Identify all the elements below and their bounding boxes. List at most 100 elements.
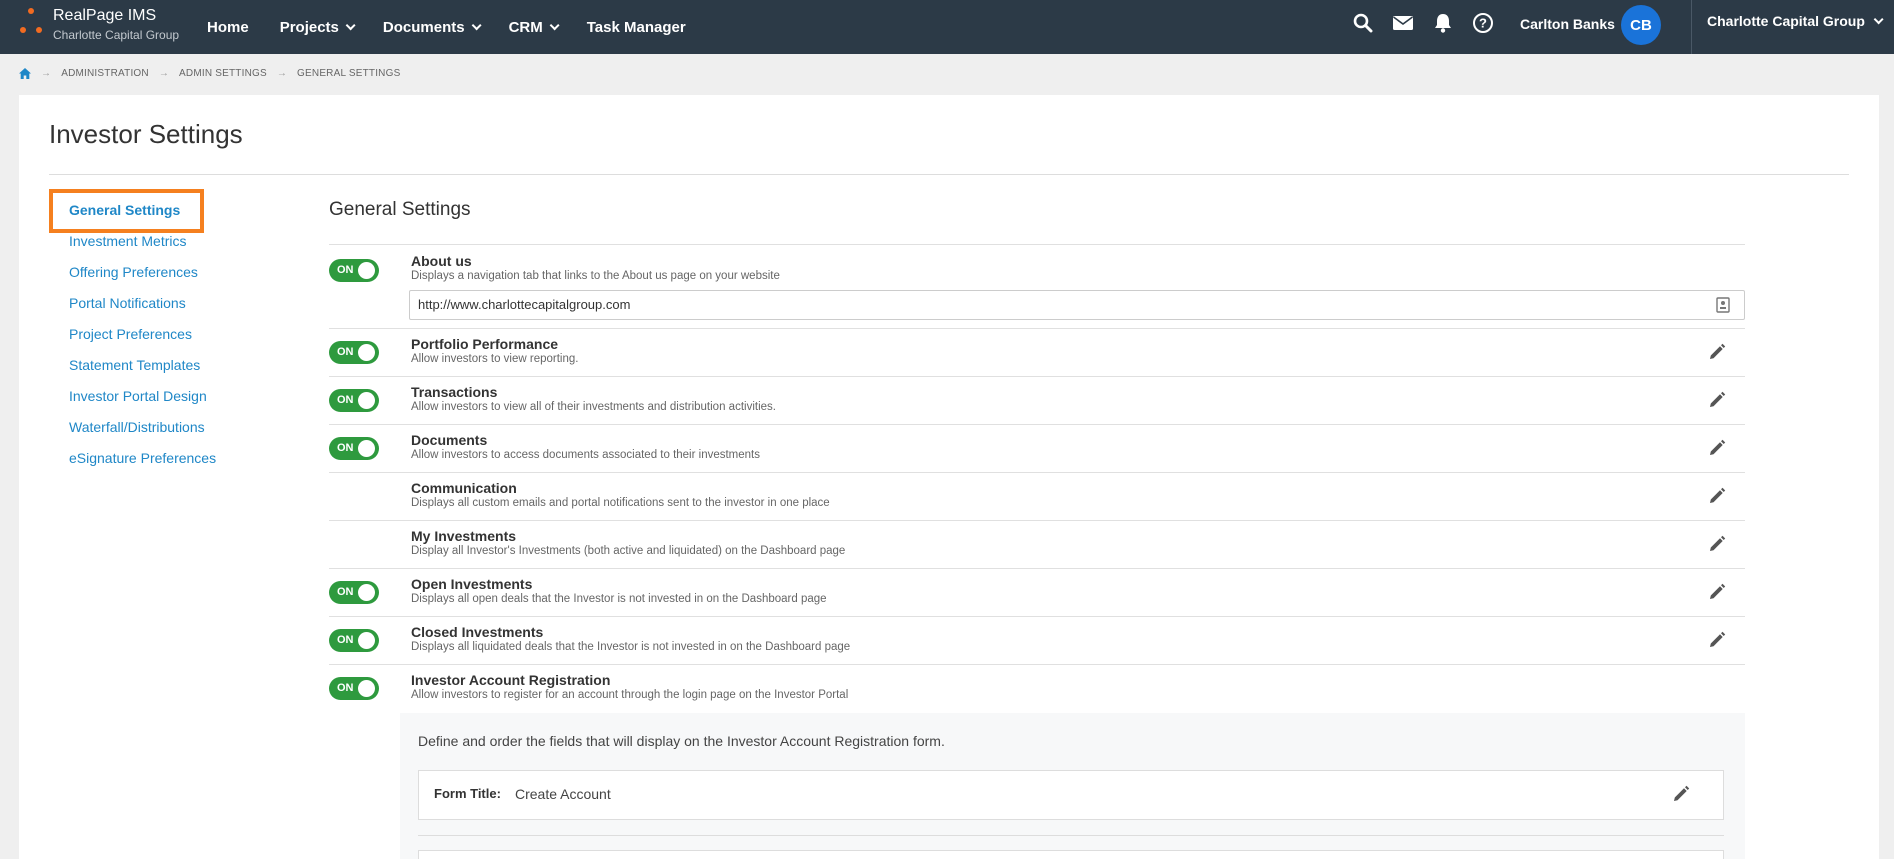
sidebar-item-statement-templates[interactable]: Statement Templates [69, 357, 200, 373]
about-url-value: http://www.charlottecapitalgroup.com [418, 297, 631, 312]
top-icons: ? [1352, 12, 1512, 34]
pencil-icon[interactable] [1707, 486, 1727, 506]
sidebar-item-general-settings[interactable]: General Settings [69, 202, 180, 218]
breadcrumb: → ADMINISTRATION → ADMIN SETTINGS → GENE… [19, 68, 400, 79]
nav-home[interactable]: Home [207, 19, 249, 36]
nav-crm[interactable]: CRM [508, 18, 560, 36]
toggle-documents[interactable]: ON [329, 437, 379, 460]
toggle-investor-account-registration[interactable]: ON [329, 677, 379, 700]
registration-intro: Define and order the fields that will di… [418, 733, 945, 749]
toggle-knob [358, 632, 375, 649]
sidebar-item-project-preferences[interactable]: Project Preferences [69, 326, 192, 342]
divider [418, 835, 1724, 836]
setting-row-communication: Communication Displays all custom emails… [329, 472, 1745, 520]
toggle-label: ON [337, 682, 354, 694]
mail-icon[interactable] [1392, 12, 1414, 34]
pencil-icon[interactable] [1707, 342, 1727, 362]
app-name: RealPage IMS [53, 7, 157, 24]
toggle-open-investments[interactable]: ON [329, 581, 379, 604]
nav-task-manager-label: Task Manager [586, 18, 686, 36]
pencil-icon[interactable] [1707, 390, 1727, 410]
setting-row-investor-account-registration: ON Investor Account Registration Allow i… [329, 664, 1745, 712]
toggle-about-us[interactable]: ON [329, 259, 379, 282]
sidebar-item-offering-preferences[interactable]: Offering Preferences [69, 264, 198, 280]
setting-description: Allow investors to view all of their inv… [411, 401, 776, 413]
toggle-label: ON [337, 442, 354, 454]
setting-description: Displays all liquidated deals that the I… [411, 641, 851, 653]
avatar[interactable]: CB [1621, 5, 1661, 45]
setting-row-portfolio-performance: ON Portfolio Performance Allow investors… [329, 328, 1745, 376]
setting-description: Display all Investor's Investments (both… [411, 545, 846, 557]
form-title-value: Create Account [515, 786, 611, 802]
form-title-field[interactable]: Form Title: Create Account [418, 770, 1724, 820]
sidebar-item-investment-metrics[interactable]: Investment Metrics [69, 233, 186, 249]
setting-title: Portfolio Performance [411, 336, 559, 352]
setting-description: Allow investors to register for an accou… [411, 689, 849, 701]
setting-description: Allow investors to access documents asso… [411, 449, 760, 461]
toggle-knob [358, 392, 375, 409]
toggle-portfolio-performance[interactable]: ON [329, 341, 379, 364]
chevron-down-icon [1873, 13, 1884, 24]
nav-documents[interactable]: Documents [383, 19, 482, 36]
pencil-icon[interactable] [1707, 582, 1727, 602]
setting-description: Allow investors to view reporting. [411, 353, 579, 365]
search-icon[interactable] [1352, 12, 1374, 34]
breadcrumb-general-settings: GENERAL SETTINGS [297, 68, 401, 79]
contact-card-icon[interactable] [1716, 297, 1730, 313]
breadcrumb-admin-settings[interactable]: ADMIN SETTINGS [179, 68, 267, 79]
bell-icon[interactable] [1432, 12, 1454, 34]
nav-task-manager[interactable]: Task Manager [587, 19, 686, 36]
breadcrumb-administration[interactable]: ADMINISTRATION [61, 68, 149, 79]
setting-title: Transactions [411, 384, 498, 400]
svg-text:?: ? [1479, 16, 1487, 31]
pencil-icon[interactable] [1707, 630, 1727, 650]
sidebar-item-esignature-preferences[interactable]: eSignature Preferences [69, 450, 216, 466]
brand[interactable]: RealPage IMS Charlotte Capital Group [53, 7, 179, 42]
toggle-label: ON [337, 264, 354, 276]
divider [49, 174, 1849, 175]
home-icon[interactable] [19, 68, 31, 79]
setting-title: About us [411, 253, 472, 269]
breadcrumb-arrow-icon: → [158, 68, 170, 79]
chevron-down-icon [471, 19, 482, 30]
nav-projects[interactable]: Projects [280, 19, 356, 36]
setting-description: Displays all open deals that the Investo… [411, 593, 827, 605]
org-switcher-label: Charlotte Capital Group [1707, 13, 1865, 29]
toggle-knob [358, 344, 375, 361]
sidebar-item-waterfall-distributions[interactable]: Waterfall/Distributions [69, 419, 205, 435]
page-title: Investor Settings [49, 119, 243, 149]
toggle-knob [358, 440, 375, 457]
realpage-logo-icon[interactable] [18, 8, 44, 38]
toggle-transactions[interactable]: ON [329, 389, 379, 412]
setting-row-transactions: ON Transactions Allow investors to view … [329, 376, 1745, 424]
sidebar-item-portal-notifications[interactable]: Portal Notifications [69, 295, 186, 311]
setting-description: Displays a navigation tab that links to … [411, 270, 780, 282]
registration-form-panel: Define and order the fields that will di… [400, 713, 1745, 859]
user-name[interactable]: Carlton Banks [1520, 16, 1615, 32]
toggle-label: ON [337, 394, 354, 406]
setting-title: Documents [411, 432, 488, 448]
org-switcher[interactable]: Charlotte Capital Group [1707, 13, 1884, 29]
pencil-icon[interactable] [1707, 438, 1727, 458]
nav-crm-label: CRM [508, 18, 543, 36]
breadcrumb-arrow-icon: → [276, 68, 288, 79]
registration-field-item[interactable] [418, 850, 1724, 859]
about-url-input[interactable]: http://www.charlottecapitalgroup.com [409, 290, 1745, 320]
help-icon[interactable]: ? [1472, 12, 1494, 34]
setting-description: Displays all custom emails and portal no… [411, 497, 830, 509]
main-nav: Home Projects Documents CRM Task Manager [207, 0, 717, 54]
nav-home-label: Home [207, 18, 249, 36]
toggle-closed-investments[interactable]: ON [329, 629, 379, 652]
sidebar-item-investor-portal-design[interactable]: Investor Portal Design [69, 388, 207, 404]
pencil-icon[interactable] [1707, 534, 1727, 554]
setting-title: Investor Account Registration [411, 672, 611, 688]
setting-row-closed-investments: ON Closed Investments Displays all liqui… [329, 616, 1745, 664]
setting-row-documents: ON Documents Allow investors to access d… [329, 424, 1745, 472]
setting-title: Closed Investments [411, 624, 544, 640]
setting-row-my-investments: My Investments Display all Investor's In… [329, 520, 1745, 568]
pencil-icon[interactable] [1671, 784, 1691, 804]
app-org: Charlotte Capital Group [53, 28, 180, 42]
toggle-knob [358, 680, 375, 697]
chevron-down-icon [549, 19, 560, 30]
toggle-label: ON [337, 634, 354, 646]
